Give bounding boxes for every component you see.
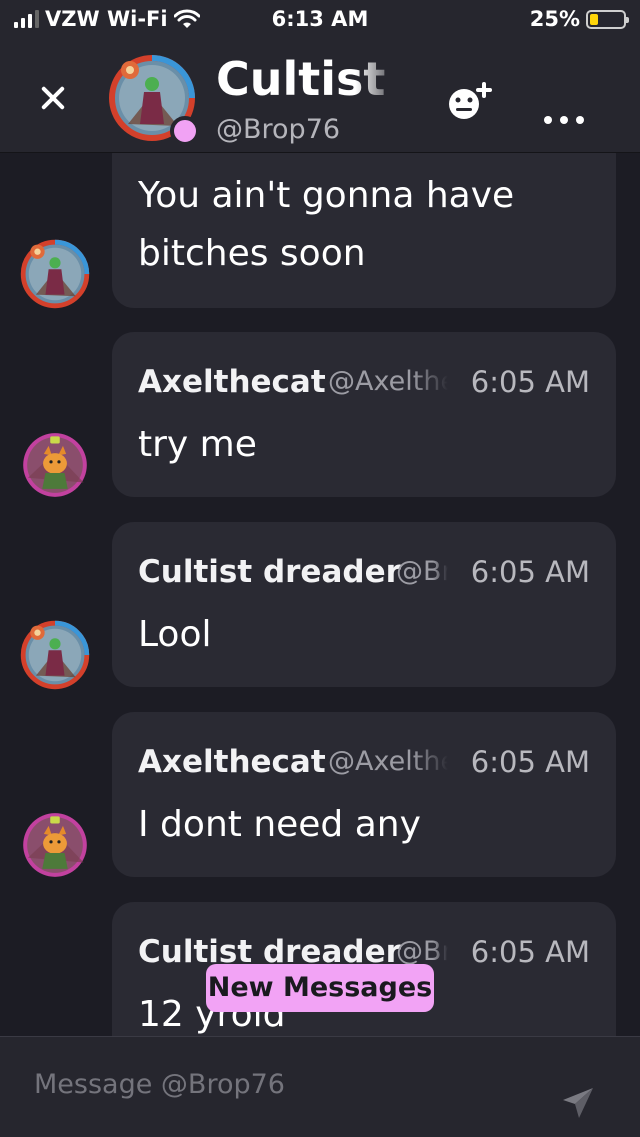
battery-icon	[586, 9, 629, 29]
message-text-line: You ain't gonna have	[138, 175, 515, 216]
message-handle: @Axelthecat	[328, 366, 448, 397]
status-right: 25%	[529, 7, 629, 31]
message-time: 6:05 AM	[470, 365, 590, 399]
message-text-line: try me	[138, 424, 257, 465]
message-time: 6:05 AM	[470, 555, 590, 589]
new-messages-pill[interactable]: New Messages	[206, 964, 434, 1012]
recipient-handle: @Brop76	[216, 114, 341, 145]
message-bubble[interactable]: You ain't gonna have bitches soon	[112, 153, 616, 308]
cultist-avatar[interactable]	[20, 239, 90, 309]
message-meta: Axelthecat @Axelthecat 6:05 AM	[138, 742, 590, 782]
cat-avatar[interactable]	[20, 430, 90, 500]
more-dot	[576, 116, 584, 124]
message-handle: @Brop76	[396, 556, 448, 587]
message-author[interactable]: Cultist dreader	[138, 552, 401, 592]
status-bar: VZW Wi-Fi 6:13 AM 25%	[0, 0, 640, 40]
more-button[interactable]	[544, 116, 592, 130]
battery-percent: 25%	[529, 7, 580, 31]
dm-header: Cultist dreader @Brop76	[0, 40, 640, 153]
message-meta: Cultist dreader @Brop76 6:05 AM	[138, 552, 590, 592]
recipient-name[interactable]: Cultist dreader	[216, 50, 402, 108]
message-time: 6:05 AM	[470, 745, 590, 779]
more-dot	[544, 116, 552, 124]
message-handle: @Axelthecat	[328, 746, 448, 777]
cultist-avatar[interactable]	[20, 620, 90, 690]
message-text-line: Lool	[138, 614, 212, 655]
more-dot	[560, 116, 568, 124]
message-composer	[0, 1036, 640, 1137]
message-text-line: bitches soon	[138, 233, 366, 274]
message-list[interactable]: You ain't gonna have bitches soon Axelth…	[0, 153, 640, 1036]
message-input[interactable]	[32, 1061, 536, 1107]
message-text-line: I dont need any	[138, 804, 421, 845]
message-bubble[interactable]: Axelthecat @Axelthecat 6:05 AM try me	[112, 332, 616, 497]
message-time: 6:05 AM	[470, 935, 590, 969]
send-icon[interactable]	[560, 1085, 596, 1121]
message-bubble[interactable]: Cultist dreader @Brop76 6:05 AM Lool	[112, 522, 616, 687]
cat-avatar[interactable]	[20, 810, 90, 880]
presence-indicator	[170, 116, 200, 146]
message-author[interactable]: Axelthecat	[138, 362, 326, 402]
battery-fill	[590, 13, 598, 25]
add-friend-button[interactable]	[444, 76, 500, 126]
close-button[interactable]	[32, 76, 76, 120]
message-meta: Axelthecat @Axelthecat 6:05 AM	[138, 362, 590, 402]
message-author[interactable]: Axelthecat	[138, 742, 326, 782]
message-bubble[interactable]: Axelthecat @Axelthecat 6:05 AM I dont ne…	[112, 712, 616, 877]
